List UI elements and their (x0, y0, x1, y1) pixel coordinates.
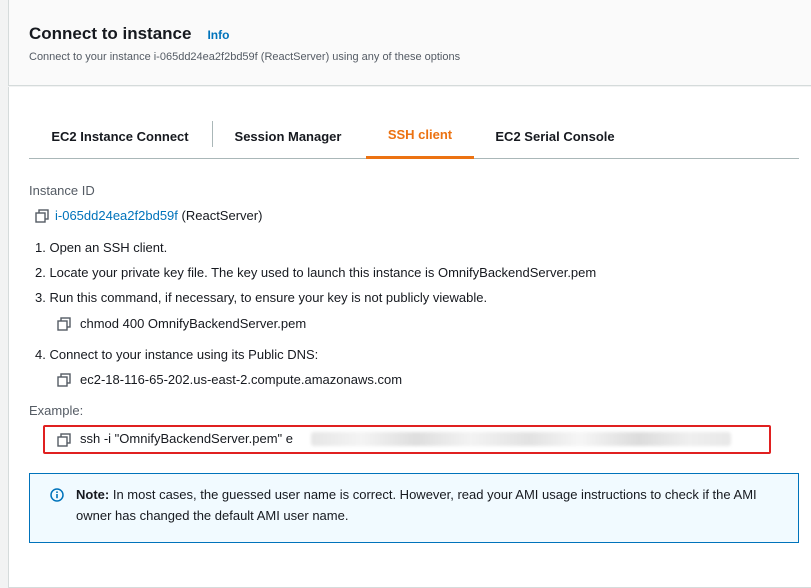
example-command-highlight: ssh -i "OmnifyBackendServer.pem" e (43, 425, 771, 454)
step-3: 3. Run this command, if necessary, to en… (35, 290, 488, 305)
copy-icon[interactable] (57, 317, 71, 331)
tab-session-manager[interactable]: Session Manager (213, 113, 363, 159)
public-dns: ec2-18-116-65-202.us-east-2.compute.amaz… (80, 372, 403, 387)
step-4: 4. Connect to your instance using its Pu… (35, 347, 319, 362)
tab-ec2-instance-connect[interactable]: EC2 Instance Connect (29, 113, 211, 159)
note-body: In most cases, the guessed user name is … (76, 487, 757, 523)
instance-id-label: Instance ID (29, 183, 95, 198)
instance-id-row: i-065dd24ea2f2bd59f (ReactServer) (55, 208, 262, 223)
connect-to-instance-page: Connect to instance Info Connect to your… (0, 0, 811, 588)
step-1: 1. Open an SSH client. (35, 240, 168, 255)
step-2: 2. Locate your private key file. The key… (35, 265, 597, 280)
example-label: Example: (29, 403, 84, 418)
chmod-command: chmod 400 OmnifyBackendServer.pem (80, 316, 307, 331)
instance-id-link[interactable]: i-065dd24ea2f2bd59f (55, 208, 178, 223)
title-row: Connect to instance Info (29, 24, 229, 44)
note-alert: Note: In most cases, the guessed user na… (29, 473, 799, 543)
copy-icon[interactable] (35, 209, 49, 223)
page-title: Connect to instance (29, 24, 192, 43)
page-header: Connect to instance Info Connect to your… (8, 0, 811, 86)
note-text: Note: In most cases, the guessed user na… (76, 484, 776, 526)
redacted-region (311, 432, 731, 446)
note-strong: Note: (76, 487, 110, 502)
instance-name: (ReactServer) (181, 208, 263, 223)
tab-ssh-client[interactable]: SSH client (366, 113, 474, 159)
copy-icon[interactable] (57, 373, 71, 387)
example-command: ssh -i "OmnifyBackendServer.pem" e (80, 431, 293, 446)
copy-icon[interactable] (57, 433, 71, 447)
info-link[interactable]: Info (207, 28, 229, 42)
tab-ec2-serial-console[interactable]: EC2 Serial Console (477, 113, 633, 159)
info-circle-icon (50, 488, 64, 502)
page-subtitle: Connect to your instance i-065dd24ea2f2b… (29, 51, 461, 63)
connection-tabs: EC2 Instance Connect Session Manager SSH… (29, 113, 799, 159)
ssh-client-panel: EC2 Instance Connect Session Manager SSH… (8, 87, 811, 588)
